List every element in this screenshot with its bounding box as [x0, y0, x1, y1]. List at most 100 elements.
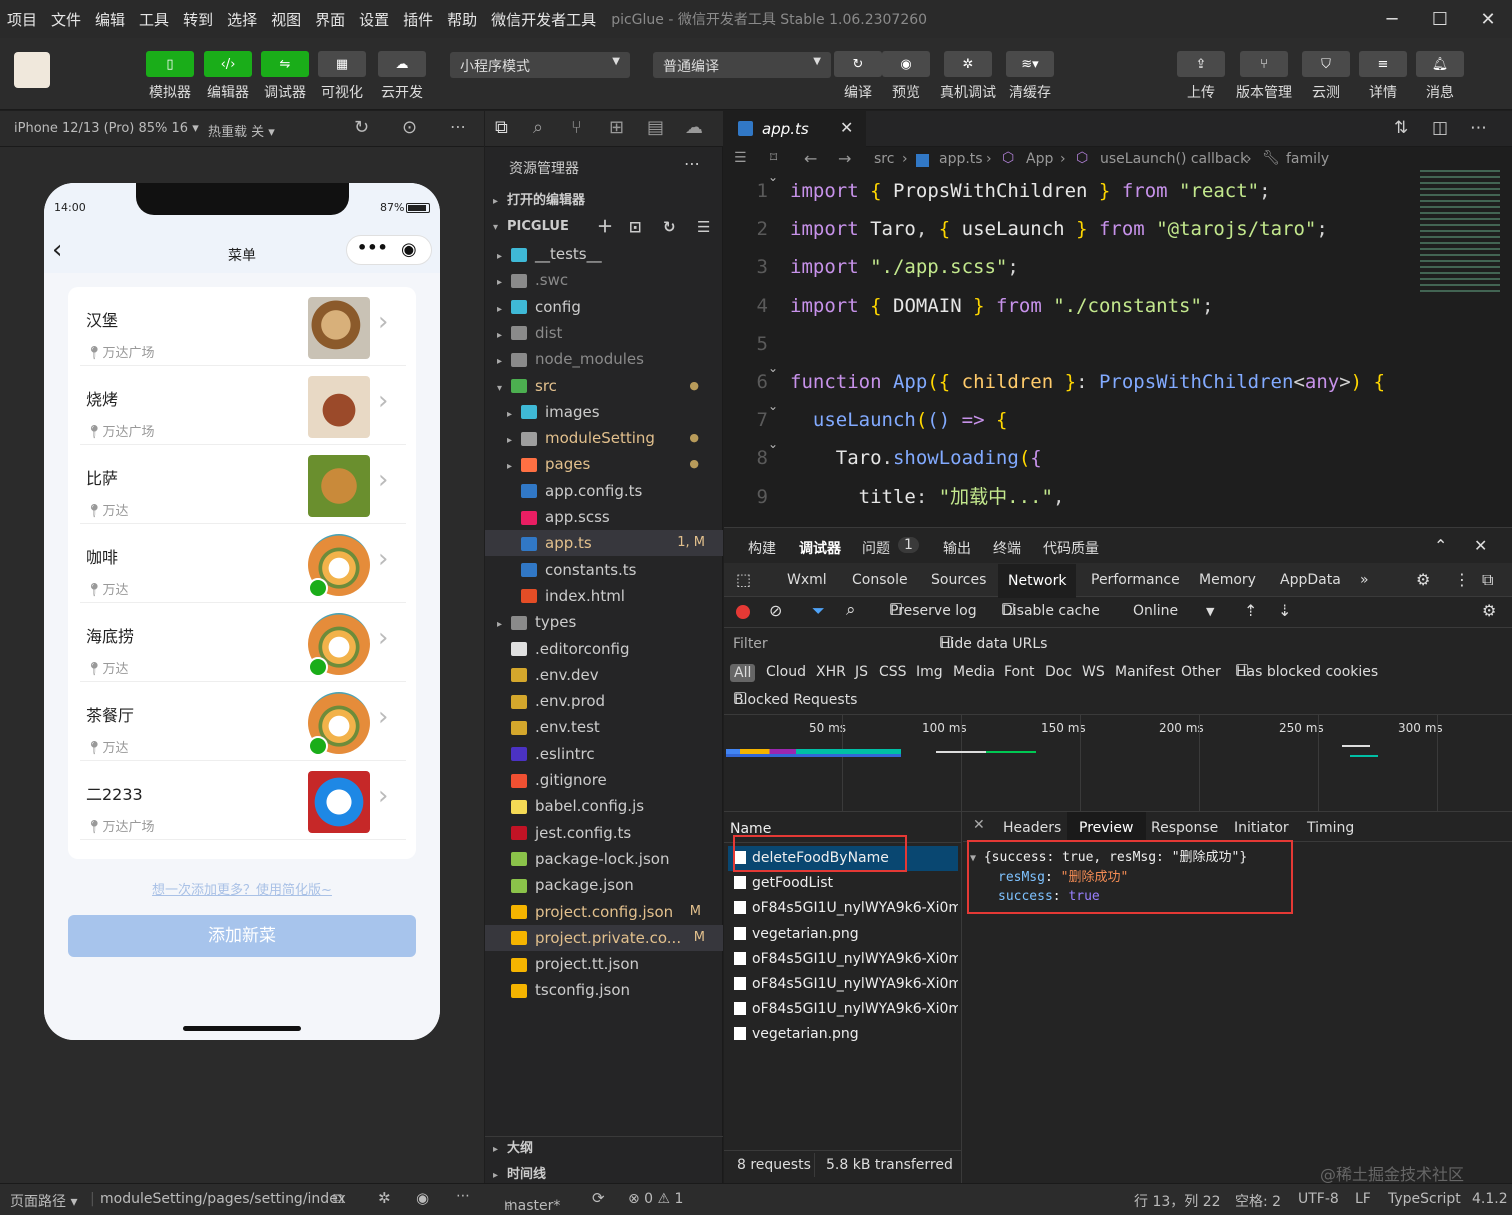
- close-icon[interactable]: ✕: [840, 118, 853, 137]
- tab-performance[interactable]: Performance: [1091, 572, 1180, 588]
- version-button[interactable]: ⑂ 版本管理: [1232, 51, 1296, 102]
- tree-item[interactable]: project.config.json M: [497, 899, 719, 925]
- sync-icon[interactable]: ⟳: [592, 1189, 605, 1207]
- tree-item[interactable]: index.html: [507, 583, 719, 609]
- messages-button[interactable]: 🔔︎ 消息: [1416, 51, 1464, 102]
- tree-item[interactable]: constants.ts: [507, 557, 719, 583]
- table-row[interactable]: oF84s5GI1U_nylWYA9k6-Xi0m...: [728, 947, 958, 972]
- code-line[interactable]: 4 import { DOMAIN } from "./constants";: [724, 287, 1214, 325]
- open-editors-section[interactable]: ▸ 打开的编辑器: [493, 188, 585, 214]
- tab-initiator[interactable]: Initiator: [1234, 820, 1289, 836]
- inspect-icon[interactable]: ⬚: [736, 570, 751, 589]
- tree-item[interactable]: ▸ config: [497, 294, 719, 320]
- visual-button[interactable]: ▦ 可视化: [318, 51, 366, 102]
- table-row[interactable]: vegetarian.png: [728, 1022, 958, 1047]
- record-icon[interactable]: [736, 605, 750, 619]
- tree-item[interactable]: project.tt.json: [497, 951, 719, 977]
- storage-icon[interactable]: ▤: [647, 117, 664, 138]
- menu-item[interactable]: 选择: [220, 9, 264, 30]
- eye-icon[interactable]: ◉: [416, 1189, 429, 1207]
- tree-item[interactable]: ▸ dist: [497, 320, 719, 346]
- code-line[interactable]: 9 title: "加载中...",: [724, 478, 1065, 516]
- collapse-up-icon[interactable]: ⌃: [1434, 536, 1447, 555]
- type-media[interactable]: Media: [953, 664, 995, 680]
- tab-app-ts[interactable]: app.ts ✕: [724, 111, 866, 147]
- menu-item[interactable]: 插件: [396, 9, 440, 30]
- new-file-icon[interactable]: ＋: [597, 214, 613, 240]
- tree-item[interactable]: package.json: [497, 872, 719, 898]
- list-item[interactable]: 烧烤 📍︎万达广场 ›: [80, 366, 406, 445]
- tree-item[interactable]: app.config.ts: [507, 478, 719, 504]
- type-font[interactable]: Font: [1004, 664, 1034, 680]
- cursor-position[interactable]: 行 13，列 22: [1134, 1191, 1221, 1211]
- tab-timing[interactable]: Timing: [1307, 820, 1354, 836]
- tree-item[interactable]: ▸ types: [497, 609, 719, 635]
- details-button[interactable]: ≡ 详情: [1359, 51, 1407, 102]
- maximize-icon[interactable]: ☐: [1416, 9, 1464, 30]
- simulator-button[interactable]: ▯ 模拟器: [146, 51, 194, 102]
- breadcrumb-item[interactable]: src: [874, 151, 894, 167]
- debugger-button[interactable]: ⇋ 调试器: [261, 51, 309, 102]
- menu-item[interactable]: 转到: [176, 9, 220, 30]
- close-icon[interactable]: ✕: [973, 817, 985, 833]
- tree-item[interactable]: ▸ pages ●: [507, 451, 719, 477]
- collapse-icon[interactable]: ☰: [697, 214, 710, 240]
- table-row[interactable]: oF84s5GI1U_nylWYA9k6-Xi0m...: [728, 972, 958, 997]
- tab-build[interactable]: 构建: [748, 538, 776, 558]
- tree-item[interactable]: .env.dev: [497, 662, 719, 688]
- menu-item[interactable]: 项目: [0, 9, 44, 30]
- breadcrumb-item[interactable]: useLaunch() callback: [1100, 151, 1248, 167]
- tab-console[interactable]: Console: [852, 572, 908, 588]
- tree-item[interactable]: ▾ src ●: [497, 373, 719, 399]
- tree-item[interactable]: app.ts 1, M: [485, 530, 723, 557]
- table-row[interactable]: getFoodList: [728, 871, 958, 896]
- list-item[interactable]: 汉堡 📍︎万达广场 ›: [80, 287, 406, 366]
- tree-item[interactable]: project.private.co... M: [485, 924, 723, 951]
- export-icon[interactable]: ⇣: [1278, 601, 1291, 620]
- code-line[interactable]: 3 import "./app.scss";: [724, 248, 1019, 286]
- list-item[interactable]: 茶餐厅 📍︎万达 ›: [80, 682, 406, 761]
- table-row[interactable]: vegetarian.png: [728, 922, 958, 947]
- outline-section[interactable]: ▸ 大纲: [493, 1136, 533, 1162]
- tab-memory[interactable]: Memory: [1199, 572, 1256, 588]
- network-overview[interactable]: 50 ms 100 ms 150 ms 200 ms 250 ms 300 ms: [724, 714, 1512, 812]
- tree-item[interactable]: .eslintrc: [497, 741, 719, 767]
- bookmark-icon[interactable]: ⌑: [770, 150, 777, 166]
- tree-item[interactable]: jest.config.ts: [497, 820, 719, 846]
- type-ws[interactable]: WS: [1082, 664, 1105, 680]
- more-icon[interactable]: ⋯: [1470, 118, 1487, 138]
- tab-appdata[interactable]: AppData: [1280, 572, 1341, 588]
- new-folder-icon[interactable]: ⊡: [629, 214, 642, 240]
- menu-item[interactable]: 工具: [132, 9, 176, 30]
- upload-button[interactable]: ⇪ 上传: [1177, 51, 1225, 102]
- breadcrumb-item[interactable]: app.ts: [939, 151, 983, 167]
- bug-icon[interactable]: ✲: [378, 1189, 391, 1207]
- tree-item[interactable]: babel.config.js: [497, 793, 719, 819]
- avatar[interactable]: [14, 52, 50, 88]
- code-line[interactable]: 1 import { PropsWithChildren } from "reac…: [724, 172, 1271, 210]
- tree-item[interactable]: app.scss: [507, 504, 719, 530]
- tree-item[interactable]: ▸ node_modules: [497, 346, 719, 372]
- tree-item[interactable]: ▸ moduleSetting ●: [507, 425, 719, 451]
- tree-item[interactable]: .editorconfig: [497, 636, 719, 662]
- back-icon[interactable]: ←: [804, 149, 817, 168]
- list-item[interactable]: 二2233 📍︎万达广场 ›: [80, 761, 406, 840]
- type-css[interactable]: CSS: [879, 664, 907, 680]
- tab-response[interactable]: Response: [1151, 820, 1218, 836]
- batch-add-link[interactable]: 想一次添加更多？使用简化版~: [44, 879, 440, 898]
- type-doc[interactable]: Doc: [1045, 664, 1072, 680]
- import-icon[interactable]: ⇡: [1244, 601, 1257, 620]
- breadcrumb-item[interactable]: App: [1026, 151, 1053, 167]
- chevron-down-icon[interactable]: ▼: [1206, 605, 1214, 618]
- tree-item[interactable]: ▸ __tests__: [497, 241, 719, 267]
- ts-version[interactable]: 4.1.2: [1472, 1191, 1508, 1207]
- dock-icon[interactable]: ⧉: [1482, 570, 1493, 590]
- cloud-test-button[interactable]: ⛉ 云测: [1302, 51, 1350, 102]
- tree-item[interactable]: tsconfig.json: [497, 977, 719, 1003]
- encoding[interactable]: UTF-8: [1298, 1191, 1339, 1207]
- type-other[interactable]: Other: [1181, 664, 1221, 680]
- copy-icon[interactable]: ⧉: [333, 1189, 344, 1207]
- code-line[interactable]: 7 useLaunch(() => {: [724, 401, 1008, 439]
- menu-item[interactable]: 视图: [264, 9, 308, 30]
- tree-item[interactable]: package-lock.json: [497, 846, 719, 872]
